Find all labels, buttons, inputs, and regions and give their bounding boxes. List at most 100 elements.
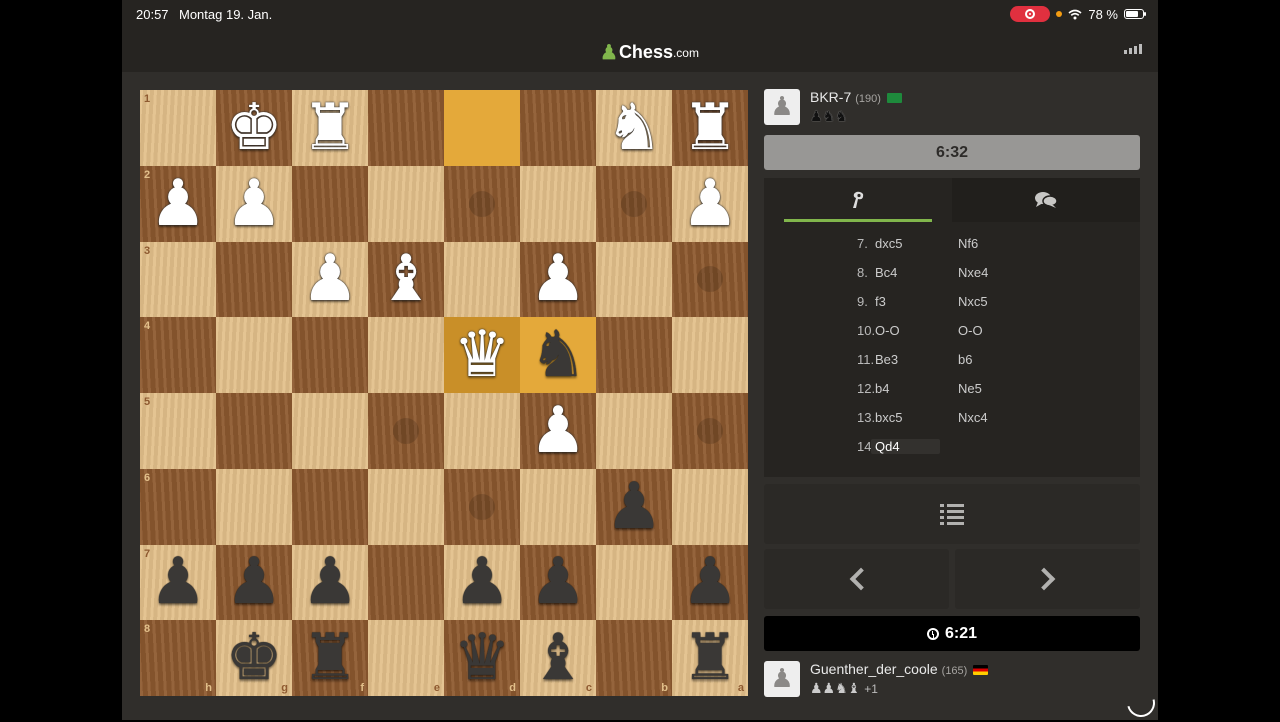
board-square[interactable]: 5 [140, 393, 216, 469]
white-move[interactable]: f3 [875, 294, 886, 309]
board-square[interactable]: ♟ [292, 241, 368, 318]
previous-move-button[interactable] [764, 549, 949, 609]
white-piece[interactable]: ♟ [681, 172, 738, 236]
player-avatar[interactable]: ♟ [764, 661, 800, 697]
board-square[interactable]: ♞ [596, 90, 672, 166]
board-square[interactable] [368, 468, 444, 545]
opponent-avatar[interactable]: ♟ [764, 89, 800, 125]
white-move[interactable]: dxc5 [875, 236, 902, 251]
board-square[interactable]: g ♚ [216, 620, 292, 696]
legal-move-hint[interactable] [469, 493, 495, 520]
board-square[interactable] [596, 165, 672, 242]
black-piece[interactable]: ♝ [529, 626, 586, 690]
board-square[interactable] [596, 393, 672, 469]
board-square[interactable] [444, 468, 520, 545]
white-piece[interactable]: ♝ [377, 247, 434, 311]
white-piece[interactable]: ♚ [225, 96, 282, 160]
board-square[interactable] [444, 165, 520, 242]
black-piece[interactable]: ♟ [605, 475, 662, 539]
black-piece[interactable]: ♟ [529, 550, 586, 614]
black-move[interactable]: Ne5 [958, 381, 982, 396]
board-square[interactable] [292, 393, 368, 469]
board-square[interactable] [520, 468, 596, 545]
white-piece[interactable]: ♟ [529, 399, 586, 463]
white-move[interactable]: Be3 [875, 352, 898, 367]
board-square[interactable]: ♟ [292, 544, 368, 621]
white-move[interactable]: Bc4 [875, 265, 897, 280]
board-square[interactable]: ♛ [444, 317, 520, 393]
black-piece[interactable]: ♚ [225, 626, 282, 690]
white-piece[interactable]: ♞ [605, 96, 662, 160]
board-square[interactable]: ♚ [216, 90, 292, 166]
black-move[interactable]: b6 [958, 352, 972, 367]
board-square[interactable] [368, 544, 444, 621]
black-move[interactable]: Nxe4 [958, 265, 988, 280]
legal-move-hint[interactable] [469, 190, 495, 217]
board-square[interactable]: ♞ [520, 317, 596, 393]
black-piece[interactable]: ♛ [453, 626, 510, 690]
black-piece[interactable]: ♞ [529, 323, 586, 387]
white-piece[interactable]: ♟ [225, 172, 282, 236]
black-piece[interactable]: ♜ [301, 626, 358, 690]
board-square[interactable]: 6 [140, 468, 216, 545]
board-square[interactable]: ♟ [672, 544, 748, 621]
board-square[interactable] [520, 90, 596, 166]
white-piece[interactable]: ♜ [301, 96, 358, 160]
black-piece[interactable]: ♟ [453, 550, 510, 614]
board-square[interactable]: 7 ♟ [140, 544, 216, 621]
black-piece[interactable]: ♟ [301, 550, 358, 614]
board-square[interactable] [368, 393, 444, 469]
board-square[interactable]: d ♛ [444, 620, 520, 696]
black-piece[interactable]: ♜ [681, 626, 738, 690]
legal-move-hint[interactable] [393, 417, 419, 444]
board-square[interactable]: ♟ [216, 165, 292, 242]
black-move[interactable]: Nxc4 [958, 410, 988, 425]
white-move[interactable]: O-O [875, 323, 900, 338]
connection-signal-icon[interactable] [1124, 44, 1142, 54]
board-square[interactable]: ♟ [520, 241, 596, 318]
board-square[interactable]: 1 [140, 90, 216, 166]
board-square[interactable] [520, 165, 596, 242]
board-square[interactable]: 8h [140, 620, 216, 696]
white-piece[interactable]: ♛ [453, 323, 510, 387]
board-square[interactable]: 4 [140, 317, 216, 393]
board-square[interactable] [596, 544, 672, 621]
board-square[interactable] [368, 317, 444, 393]
black-move[interactable]: Nf6 [958, 236, 978, 251]
board-square[interactable]: a ♜ [672, 620, 748, 696]
board-square[interactable] [216, 241, 292, 318]
white-move[interactable]: Qd4 [871, 439, 940, 454]
board-square[interactable] [216, 393, 292, 469]
board-square[interactable]: 3 [140, 241, 216, 318]
board-square[interactable]: ♝ [368, 241, 444, 318]
board-square[interactable] [216, 468, 292, 545]
move-list-options-button[interactable] [764, 484, 1140, 544]
white-piece[interactable]: ♟ [149, 172, 206, 236]
board-square[interactable] [368, 165, 444, 242]
board-square[interactable] [672, 393, 748, 469]
board-square[interactable]: ♟ [444, 544, 520, 621]
board-square[interactable]: ♟ [216, 544, 292, 621]
board-square[interactable]: ♟ [596, 468, 672, 545]
black-piece[interactable]: ♟ [149, 550, 206, 614]
board-square[interactable] [596, 241, 672, 318]
board-square[interactable] [672, 241, 748, 318]
board-square[interactable] [292, 165, 368, 242]
board-square[interactable] [292, 317, 368, 393]
board-square[interactable]: ♟ [520, 393, 596, 469]
board-square[interactable] [444, 393, 520, 469]
black-piece[interactable]: ♟ [681, 550, 738, 614]
board-square[interactable] [444, 241, 520, 318]
board-square[interactable]: f ♜ [292, 620, 368, 696]
screen-recording-icon[interactable] [1010, 6, 1051, 22]
legal-move-hint[interactable] [697, 417, 723, 444]
black-move[interactable]: Nxc5 [958, 294, 988, 309]
tab-moves[interactable] [764, 178, 952, 222]
board-square[interactable]: c ♝ [520, 620, 596, 696]
board-square[interactable]: e [368, 620, 444, 696]
board-square[interactable]: 2 ♟ [140, 165, 216, 242]
board-square[interactable] [368, 90, 444, 166]
white-piece[interactable]: ♜ [681, 96, 738, 160]
chess-com-logo[interactable]: ♟ Chess .com [600, 40, 699, 65]
chess-board[interactable]: 1 ♚ ♜ ♞ ♜ 2 ♟ ♟ ♟ 3 ♟ ♝ ♟ 4 ♛ ♞ 5 ♟ 6 ♟ 7 ♟ ♟ ♟ ♟ ♟ ♟ 8 h g ♚ f ♜ e d ♛ c ♝ b a… [140, 90, 748, 696]
